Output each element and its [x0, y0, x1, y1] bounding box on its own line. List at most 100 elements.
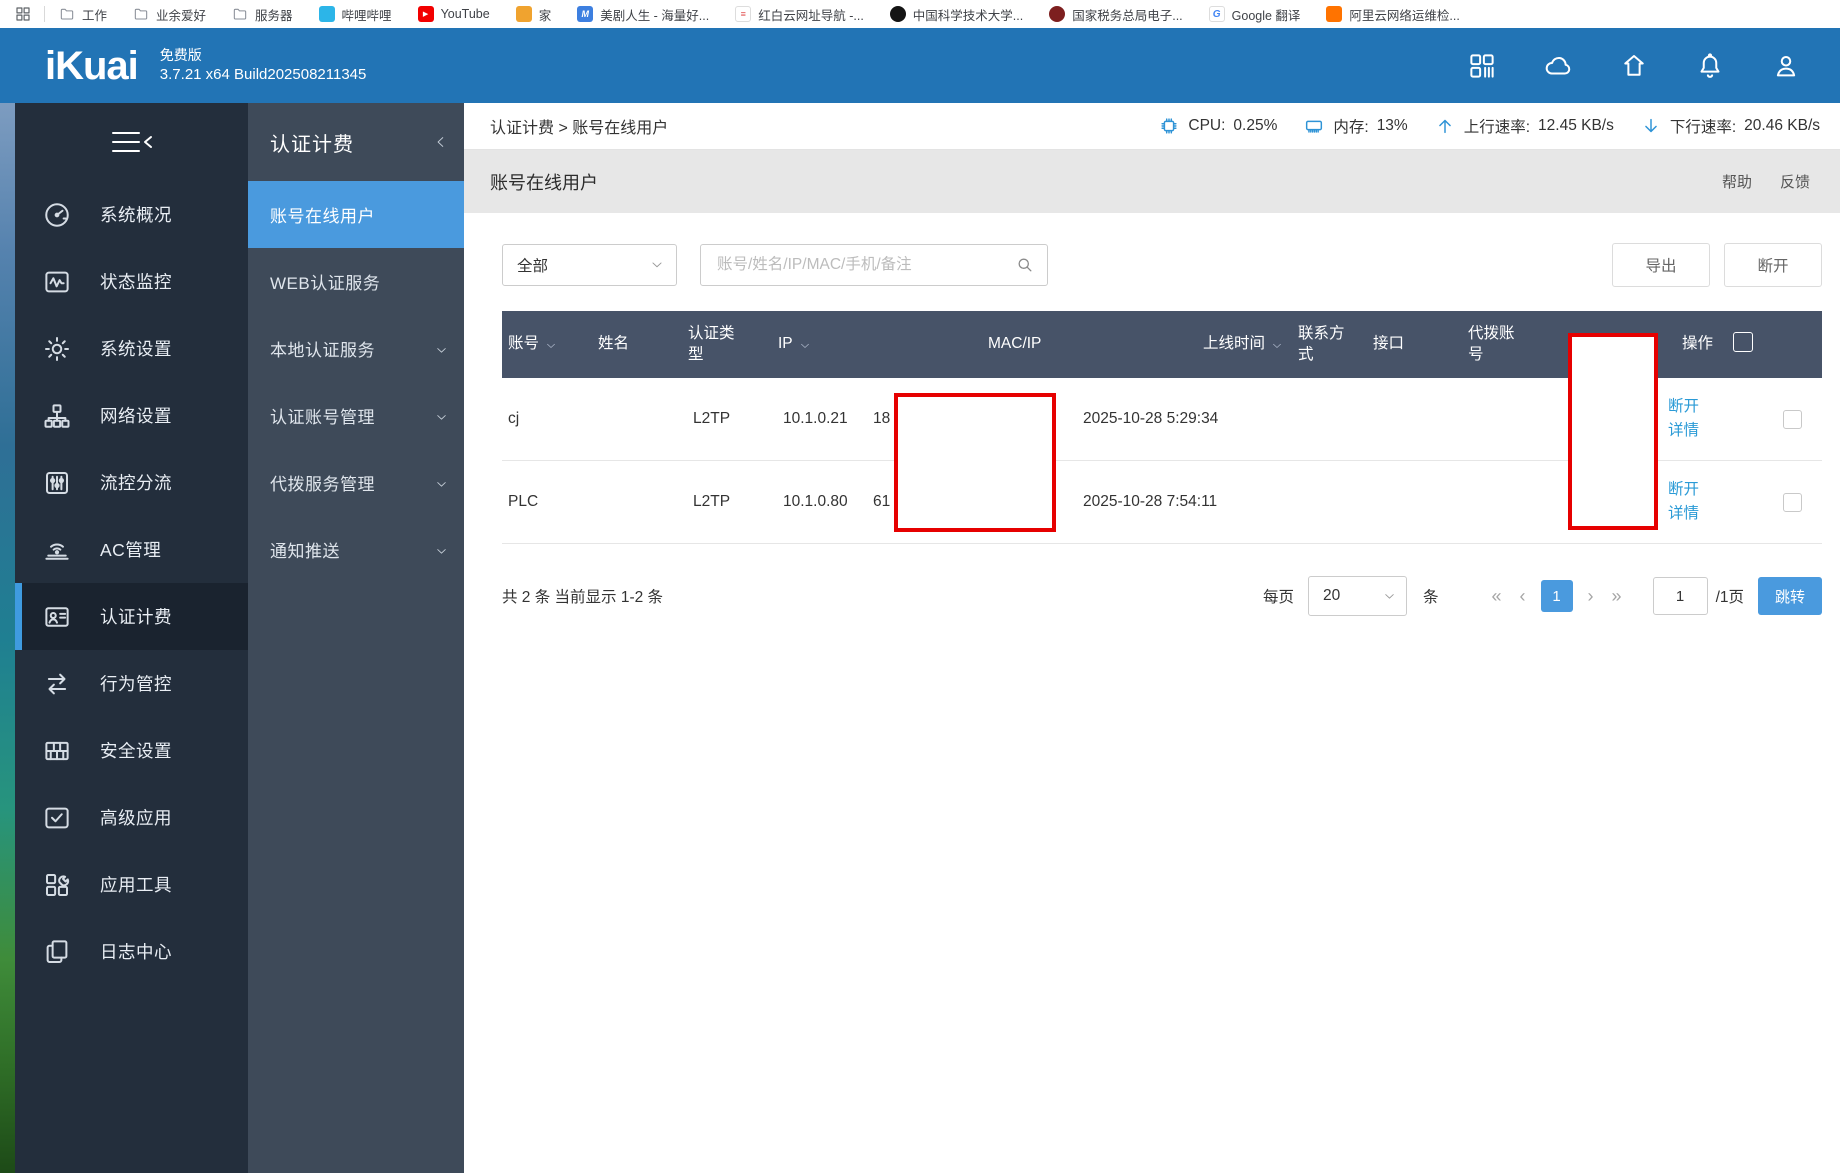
sidebar-item-label: AC管理 — [100, 537, 161, 562]
chevron-left-icon[interactable] — [434, 135, 448, 149]
export-button[interactable]: 导出 — [1612, 243, 1710, 287]
cpu-value: 0.25% — [1233, 117, 1277, 135]
sidebar-item[interactable]: 网络设置 — [15, 382, 248, 449]
table-header-cell: 代拨账号 — [1462, 324, 1567, 364]
prev-page-button[interactable]: ‹ — [1511, 586, 1535, 607]
submenu-item[interactable]: 代拨服务管理 — [248, 449, 464, 516]
bilibili-icon — [319, 6, 335, 22]
sidebar-collapse-button[interactable] — [15, 103, 248, 181]
chevron-down-icon — [435, 342, 448, 355]
version-info: 免费版 3.7.21 x64 Build202508211345 — [160, 46, 367, 85]
row-checkbox[interactable] — [1783, 493, 1802, 512]
sidebar-item[interactable]: 日志中心 — [15, 918, 248, 985]
cell-ip: 10.1.0.21 — [777, 410, 867, 428]
search-input[interactable] — [715, 255, 1015, 275]
bookmark-item[interactable]: 工作 — [59, 5, 107, 24]
bookmark-item[interactable]: 家 — [516, 5, 552, 24]
apps-grid-icon[interactable] — [14, 5, 32, 23]
bookmark-item[interactable]: M 美剧人生 - 海量好... — [577, 5, 709, 24]
hamburger-icon — [109, 129, 155, 155]
submenu-item[interactable]: 本地认证服务 — [248, 315, 464, 382]
sidebar-item[interactable]: 状态监控 — [15, 248, 248, 315]
jump-button[interactable]: 跳转 — [1758, 577, 1822, 615]
next-page-button[interactable]: › — [1579, 586, 1603, 607]
filter-row: 全部 导出 断开 — [502, 243, 1822, 287]
search-box — [700, 244, 1048, 286]
sidebar-item[interactable]: AC管理 — [15, 516, 248, 583]
detail-link[interactable]: 详情 — [1668, 419, 1757, 443]
sidebar-item[interactable]: 应用工具 — [15, 851, 248, 918]
chevron-down-icon — [1383, 590, 1396, 603]
detail-link[interactable]: 详情 — [1668, 502, 1757, 526]
sidebar-item[interactable]: 系统设置 — [15, 315, 248, 382]
submenu-item[interactable]: 认证账号管理 — [248, 382, 464, 449]
bookmark-item[interactable]: ▶ YouTube — [418, 6, 490, 22]
network-icon — [42, 401, 72, 431]
mjtt-icon: M — [577, 6, 593, 22]
submenu-item[interactable]: 账号在线用户 — [248, 181, 464, 248]
cpu-status: CPU: 0.25% — [1158, 115, 1277, 137]
disconnect-link[interactable]: 断开 — [1668, 478, 1757, 502]
page-number-button[interactable]: 1 — [1541, 580, 1573, 612]
bookmark-label: 哔哩哔哩 — [342, 5, 392, 24]
last-page-button[interactable]: » — [1603, 586, 1631, 607]
sidebar-item[interactable]: 高级应用 — [15, 784, 248, 851]
cell-account: cj — [502, 410, 597, 428]
page-jump-input[interactable] — [1653, 577, 1708, 615]
search-icon[interactable] — [1015, 255, 1035, 275]
ac-icon — [42, 535, 72, 565]
aliyun-icon — [1326, 6, 1342, 22]
first-page-button[interactable]: « — [1483, 586, 1511, 607]
bookmark-label: 美剧人生 - 海量好... — [600, 5, 709, 24]
sidebar-item-label: 系统设置 — [100, 336, 172, 361]
submenu-item-label: 本地认证服务 — [270, 336, 375, 361]
memory-icon — [1303, 115, 1325, 137]
tax-icon — [1049, 6, 1065, 22]
disconnect-button[interactable]: 断开 — [1724, 243, 1822, 287]
select-all-checkbox[interactable] — [1733, 332, 1753, 352]
feedback-link[interactable]: 反馈 — [1780, 171, 1810, 192]
submenu-item[interactable]: WEB认证服务 — [248, 248, 464, 315]
sidebar-item[interactable]: 系统概况 — [15, 181, 248, 248]
bookmark-item[interactable]: 国家税务总局电子... — [1049, 5, 1182, 24]
bookmark-label: YouTube — [441, 7, 490, 21]
bookmark-item[interactable]: 阿里云网络运维检... — [1326, 5, 1459, 24]
home-icon[interactable] — [1619, 51, 1649, 81]
disconnect-link[interactable]: 断开 — [1668, 395, 1757, 419]
bookmark-item[interactable]: G Google 翻译 — [1209, 5, 1301, 24]
sort-chevron-icon[interactable] — [545, 339, 557, 351]
bookmark-label: 中国科学技术大学... — [913, 5, 1023, 24]
cell-auth-type: L2TP — [687, 493, 777, 511]
page-title: 账号在线用户 — [490, 169, 598, 195]
bell-icon[interactable] — [1695, 51, 1725, 81]
filter-type-select[interactable]: 全部 — [502, 244, 677, 286]
bookmark-item[interactable]: ≡ 红白云网址导航 -... — [735, 5, 864, 24]
advanced-icon — [42, 803, 72, 833]
sidebar-item-label: 应用工具 — [100, 872, 172, 897]
per-page-select[interactable]: 20 — [1308, 576, 1407, 616]
apps-icon[interactable] — [1467, 51, 1497, 81]
sidebar-item[interactable]: 认证计费 — [15, 583, 248, 650]
bookmark-item[interactable]: 业余爱好 — [133, 5, 206, 24]
sidebar-item[interactable]: 行为管控 — [15, 650, 248, 717]
submenu-item-label: 认证账号管理 — [270, 403, 375, 428]
sort-chevron-icon[interactable] — [1271, 339, 1283, 351]
sidebar-item[interactable]: 流控分流 — [15, 449, 248, 516]
sort-chevron-icon[interactable] — [799, 339, 811, 351]
sidebar-item[interactable]: 安全设置 — [15, 717, 248, 784]
cell-online-time: 2025-10-28 5:29:34 — [1077, 410, 1292, 428]
secondary-menu: 认证计费 账号在线用户 WEB认证服务 本地认证服务 认证账号管理 — [248, 103, 464, 1173]
bookmark-item[interactable]: 中国科学技术大学... — [890, 5, 1023, 24]
bookmark-item[interactable]: 服务器 — [232, 5, 293, 24]
cloud-icon[interactable] — [1543, 51, 1573, 81]
arrow-down-icon — [1640, 115, 1662, 137]
memory-status: 内存: 13% — [1303, 115, 1407, 137]
bookmark-item[interactable]: 哔哩哔哩 — [319, 5, 392, 24]
submenu-item-label: 通知推送 — [270, 537, 340, 562]
submenu-item[interactable]: 通知推送 — [248, 516, 464, 583]
user-icon[interactable] — [1771, 51, 1801, 81]
table-footer: 共 2 条 当前显示 1-2 条 每页 20 条 « ‹ 1 › » /1页 跳… — [502, 576, 1822, 616]
browser-bookmarks-bar: 工作 业余爱好 服务器 哔哩哔哩 ▶ YouTube — [0, 0, 1840, 28]
row-checkbox[interactable] — [1783, 410, 1802, 429]
help-link[interactable]: 帮助 — [1722, 171, 1752, 192]
